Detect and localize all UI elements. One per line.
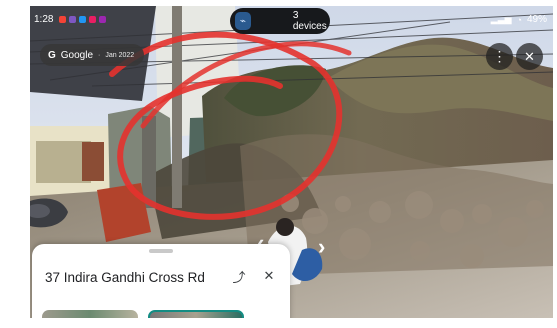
- chevron-right-icon: ›: [318, 234, 326, 259]
- wifi-icon: ◔: [516, 14, 522, 25]
- app-notification-icon: [99, 16, 106, 23]
- selected-street-view-thumbnail[interactable]: [148, 310, 244, 318]
- status-app-icons: [59, 16, 106, 23]
- street-view-thumbnail[interactable]: [42, 310, 138, 318]
- more-options-button[interactable]: ⋮: [486, 43, 513, 70]
- status-time: 1:28: [34, 14, 54, 25]
- signal-icon: ▂▃▅: [490, 14, 512, 24]
- provider-name: Google: [60, 49, 94, 61]
- share-button[interactable]: ⤴: [230, 267, 248, 285]
- close-icon: ✕: [524, 48, 535, 64]
- place-bottom-sheet[interactable]: 37 Indira Gandhi Cross Rd ⤴ ✕: [32, 244, 290, 318]
- screenshot-frame: 1:28 ▂▃▅ ◔ 49% ⌁ 3 devices G Google · Ja…: [0, 0, 557, 328]
- battery-level: 49%: [526, 14, 547, 25]
- app-notification-icon: [89, 16, 96, 23]
- google-g-icon: G: [48, 49, 56, 61]
- app-notification-icon: [79, 16, 86, 23]
- share-icon: ⤴: [232, 269, 246, 285]
- devices-count: 3 devices: [292, 10, 327, 32]
- imagery-date: Jan 2022: [105, 51, 135, 59]
- close-icon: ✕: [263, 268, 275, 283]
- more-vertical-icon: ⋮: [492, 48, 507, 64]
- sheet-close-button[interactable]: ✕: [260, 267, 278, 285]
- devices-app-icon: ⌁: [235, 12, 251, 30]
- sheet-drag-handle[interactable]: [149, 249, 173, 253]
- street-view-screen[interactable]: 1:28 ▂▃▅ ◔ 49% ⌁ 3 devices G Google · Ja…: [30, 6, 553, 318]
- app-notification-icon: [69, 16, 76, 23]
- imagery-date-separator: ·: [98, 51, 101, 59]
- devices-indicator[interactable]: ⌁ 3 devices: [230, 8, 330, 34]
- imagery-attribution[interactable]: G Google · Jan 2022: [40, 44, 145, 66]
- app-notification-icon: [59, 16, 66, 23]
- status-indicators: ▂▃▅ ◔ 49%: [491, 14, 547, 25]
- place-title: 37 Indira Gandhi Cross Rd: [45, 270, 205, 285]
- close-street-view-button[interactable]: ✕: [516, 43, 543, 70]
- navigate-right-arrow[interactable]: ›: [318, 236, 325, 258]
